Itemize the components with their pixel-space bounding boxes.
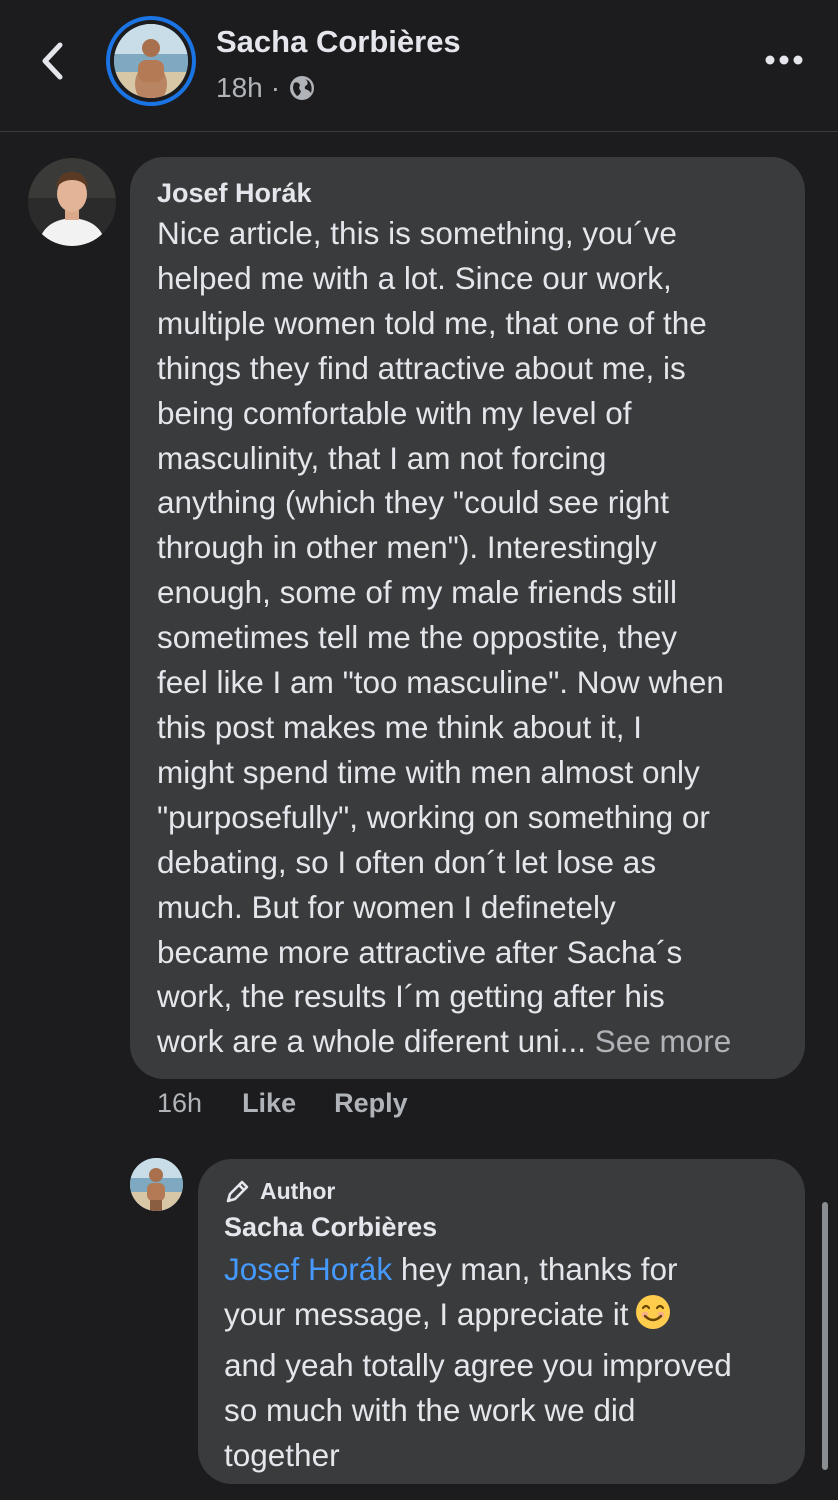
comment-line: masculinity, that I am not forcing bbox=[157, 439, 607, 476]
reply-line: your message, I appreciate it bbox=[224, 1292, 785, 1343]
post-author-name[interactable]: Sacha Corbières bbox=[216, 24, 461, 60]
comment-time[interactable]: 16h bbox=[157, 1088, 202, 1119]
comment-line: this post makes me think about it, I bbox=[157, 708, 642, 745]
comment-line: debating, so I often don´t let lose as bbox=[157, 843, 657, 880]
reply-line: together bbox=[224, 1437, 340, 1473]
pencil-icon bbox=[226, 1180, 249, 1203]
reply-line-text: your message, I appreciate it bbox=[224, 1296, 629, 1332]
reply-line-text: hey man, thanks for bbox=[392, 1251, 678, 1287]
like-button[interactable]: Like bbox=[242, 1088, 296, 1119]
comment-text: Nice article, this is something, you´ve … bbox=[157, 211, 785, 1064]
comment-line: "purposefully", working on something or bbox=[157, 798, 710, 835]
comment-line: work, the results I´m getting after his bbox=[157, 978, 665, 1015]
reply-line: so much with the work we did bbox=[224, 1392, 636, 1428]
mention-link[interactable]: Josef Horák bbox=[224, 1251, 392, 1287]
comment-author-name[interactable]: Josef Horák bbox=[157, 175, 785, 211]
reply-bubble[interactable]: Author Sacha Corbières Josef Horák hey m… bbox=[198, 1159, 805, 1484]
comment-line: through in other men"). Interestingly bbox=[157, 529, 657, 566]
scrollbar[interactable] bbox=[822, 1202, 828, 1470]
post-header: Sacha Corbières 18h · bbox=[0, 0, 838, 132]
comment-line: anything (which they "could see right bbox=[157, 484, 669, 521]
smiling-face-emoji-icon bbox=[634, 1293, 672, 1343]
comment-line: helped me with a lot. Since our work, bbox=[157, 259, 672, 296]
comment-actions: 16h Like Reply bbox=[157, 1088, 446, 1119]
comment-line: became more attractive after Sacha´s bbox=[157, 933, 683, 970]
comment-line: sometimes tell me the oppostite, they bbox=[157, 619, 677, 656]
profile-avatar-story-ring[interactable] bbox=[106, 16, 196, 106]
comment-truncated-text: work are a whole diferent uni... bbox=[157, 1023, 586, 1060]
commenter-avatar[interactable] bbox=[28, 158, 116, 246]
comment-line: might spend time with men almost only bbox=[157, 753, 700, 790]
more-options-button[interactable] bbox=[758, 42, 810, 78]
post-meta: 18h · bbox=[216, 72, 316, 104]
see-more-link[interactable]: See more bbox=[595, 1023, 732, 1059]
author-badge: Author bbox=[224, 1175, 785, 1207]
comment-line: being comfortable with my level of bbox=[157, 394, 632, 431]
comment-line: much. But for women I definetely bbox=[157, 888, 616, 925]
post-time: 18h bbox=[216, 72, 263, 103]
author-badge-label: Author bbox=[260, 1178, 336, 1204]
reply-author-avatar[interactable] bbox=[130, 1158, 183, 1211]
comment-line-last: work are a whole diferent uni... See mor… bbox=[157, 1019, 785, 1064]
comment-line: Nice article, this is something, you´ve bbox=[157, 215, 677, 251]
globe-icon bbox=[290, 76, 315, 100]
chevron-left-icon bbox=[42, 42, 63, 80]
comment-line: multiple women told me, that one of the bbox=[157, 304, 707, 341]
reply-line: Josef Horák hey man, thanks for bbox=[224, 1247, 785, 1292]
reply-button[interactable]: Reply bbox=[334, 1088, 408, 1119]
comment-line: enough, some of my male friends still bbox=[157, 574, 677, 611]
avatar bbox=[114, 24, 188, 98]
meta-separator: · bbox=[270, 72, 281, 103]
back-button[interactable] bbox=[32, 38, 72, 84]
reply-author-name[interactable]: Sacha Corbières bbox=[224, 1207, 785, 1247]
ellipsis-icon bbox=[765, 55, 803, 65]
comment-bubble[interactable]: Josef Horák Nice article, this is someth… bbox=[130, 157, 805, 1079]
comment-line: things they find attractive about me, is bbox=[157, 349, 686, 386]
reply-line: and yeah totally agree you improved bbox=[224, 1347, 732, 1383]
reply-text: Josef Horák hey man, thanks for your mes… bbox=[224, 1247, 785, 1478]
comment-line: feel like I am "too masculine". Now when bbox=[157, 664, 724, 701]
